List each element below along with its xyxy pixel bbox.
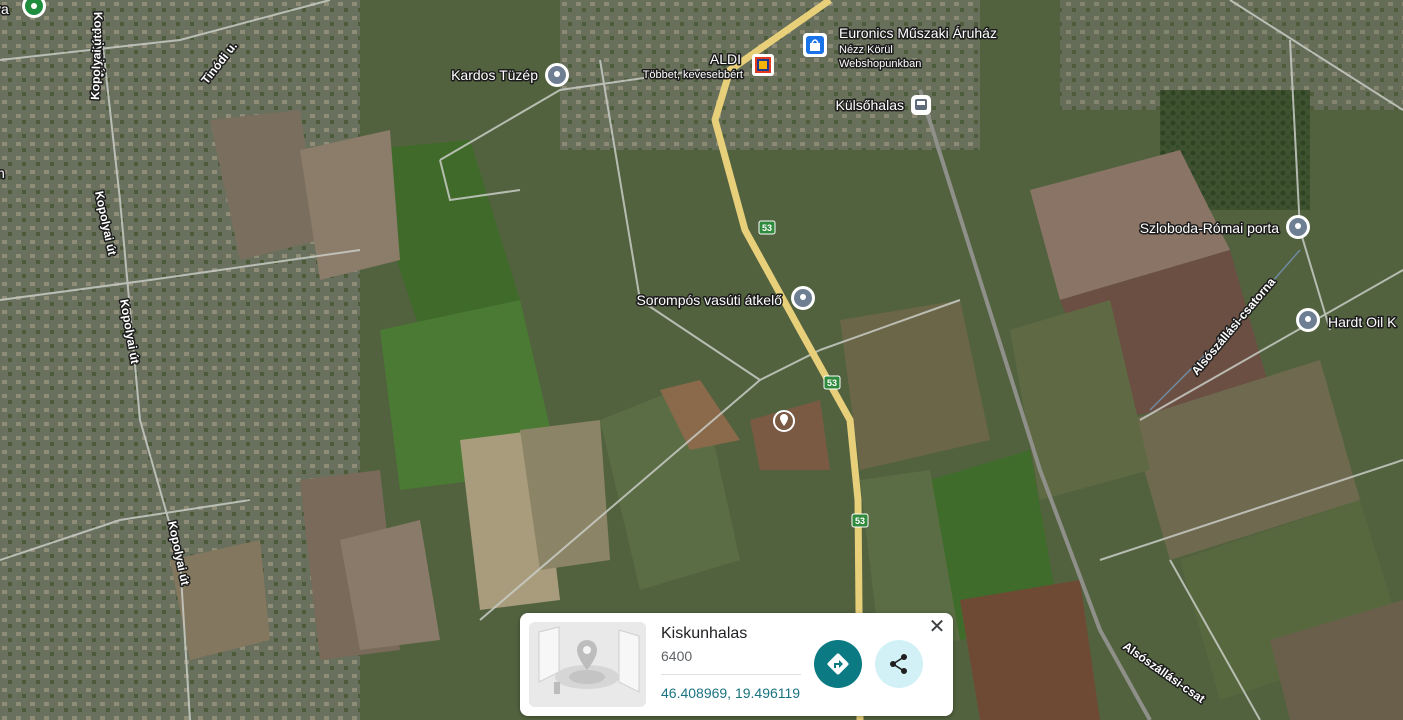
train-icon <box>911 95 931 115</box>
share-icon <box>890 654 907 674</box>
poi-label: Külsőhalas <box>836 97 905 113</box>
place-pin-icon <box>1299 311 1317 329</box>
place-info-card[interactable]: Kiskunhalas 6400 46.408969, 19.496119 ✕ <box>520 613 953 716</box>
poi-label: Sorompós vasúti átkelő <box>636 292 782 308</box>
poi-label: Hardt Oil K <box>1328 314 1397 330</box>
aldi-logo-icon <box>755 57 771 73</box>
road-label-kopolyai-2: Kopolyai út <box>88 34 104 100</box>
poi-label: Szloboda-Római porta <box>1140 220 1280 236</box>
card-divider <box>661 674 801 675</box>
share-button[interactable] <box>875 640 923 688</box>
route-shield-53-b: 53 <box>823 375 841 390</box>
place-pin-icon <box>794 289 812 307</box>
shopping-bag-icon <box>806 36 824 54</box>
poi-label-edge-2: n <box>0 165 5 181</box>
svg-text:53: 53 <box>855 516 865 526</box>
directions-button[interactable] <box>814 640 862 688</box>
directions-icon <box>827 653 849 675</box>
place-title: Kiskunhalas <box>661 625 748 642</box>
poi-label-edge: ya <box>0 1 9 17</box>
poi-sublabel: Többet, kevesebbért <box>643 69 743 81</box>
route-shield-53-a: 53 <box>758 220 776 235</box>
street-view-illustration-icon <box>529 622 646 707</box>
place-coordinates[interactable]: 46.408969, 19.496119 <box>661 685 800 701</box>
close-button[interactable]: ✕ <box>926 616 948 638</box>
poi-label: Euronics Műszaki Áruház <box>839 25 997 41</box>
route-shield-53-c: 53 <box>851 513 869 528</box>
place-postcode: 6400 <box>661 648 693 664</box>
poi-sublabel-2: Webshopunkban <box>839 58 921 70</box>
poi-sublabel-1: Nézz Körül <box>839 44 893 56</box>
svg-text:53: 53 <box>762 223 772 233</box>
poi-label: Kardos Tüzép <box>451 67 538 83</box>
svg-text:53: 53 <box>827 378 837 388</box>
close-icon: ✕ <box>928 616 946 638</box>
poi-kulsohalas-station[interactable]: Külsőhalas <box>834 95 932 115</box>
poi-label: ALDI <box>710 51 741 67</box>
street-view-thumbnail[interactable] <box>529 622 646 707</box>
place-pin-icon <box>548 66 566 84</box>
place-pin-icon <box>1289 218 1307 236</box>
satellite-map[interactable]: 53 53 53 Tinódi u. Kopolyai út Kopolyai … <box>0 0 1403 720</box>
